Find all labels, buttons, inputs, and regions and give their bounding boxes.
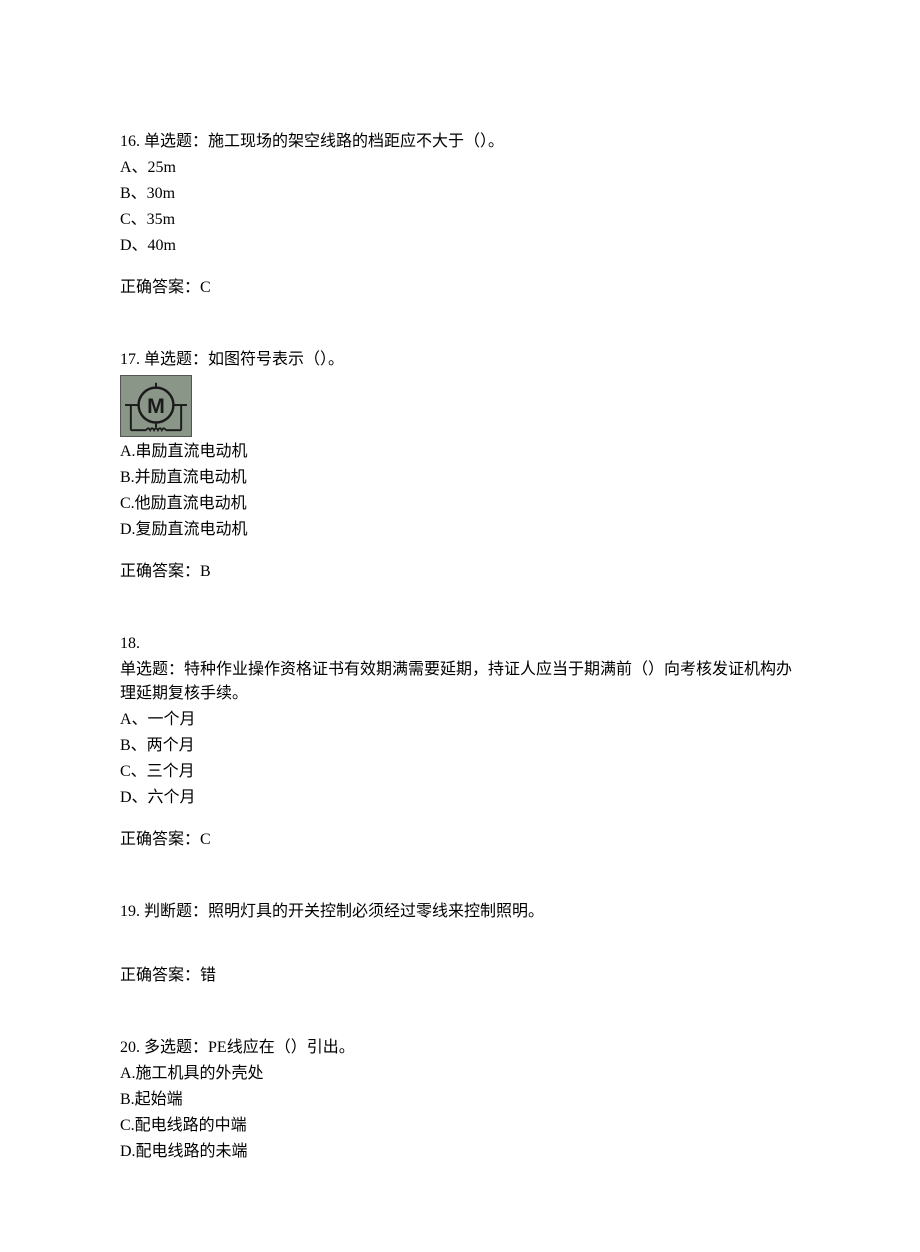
question-text: 如图符号表示（）。 bbox=[208, 351, 344, 368]
question-17: 17. 单选题：如图符号表示（）。 M A.串励直流电动机 B.并励直流电动机 … bbox=[120, 348, 800, 584]
question-text: 照明灯具的开关控制必须经过零线来控制照明。 bbox=[208, 903, 544, 920]
question-16: 16. 单选题：施工现场的架空线路的档距应不大于（）。 A、25m B、30m … bbox=[120, 130, 800, 300]
question-type: 单选题： bbox=[144, 351, 208, 368]
question-number: 18. bbox=[120, 635, 140, 652]
question-number: 19. bbox=[120, 903, 144, 920]
option-a: A、一个月 bbox=[120, 708, 800, 732]
question-stem: 16. 单选题：施工现场的架空线路的档距应不大于（）。 bbox=[120, 130, 800, 154]
question-number: 16. bbox=[120, 133, 144, 150]
answer-label: 正确答案： bbox=[120, 831, 200, 848]
option-b: B.起始端 bbox=[120, 1088, 800, 1112]
option-c: C.他励直流电动机 bbox=[120, 492, 800, 516]
question-number: 20. bbox=[120, 1039, 144, 1056]
option-d: D、六个月 bbox=[120, 786, 800, 810]
option-c: C.配电线路的中端 bbox=[120, 1114, 800, 1138]
motor-symbol-image: M bbox=[120, 375, 192, 437]
option-a: A.施工机具的外壳处 bbox=[120, 1062, 800, 1086]
question-type: 单选题： bbox=[120, 661, 184, 678]
answer-row: 正确答案：C bbox=[120, 276, 800, 300]
answer-label: 正确答案： bbox=[120, 279, 200, 296]
answer-value: 错 bbox=[200, 967, 216, 984]
answer-value: C bbox=[200, 279, 211, 296]
question-20: 20. 多选题：PE线应在（）引出。 A.施工机具的外壳处 B.起始端 C.配电… bbox=[120, 1036, 800, 1164]
answer-label: 正确答案： bbox=[120, 563, 200, 580]
question-text: PE线应在（）引出。 bbox=[208, 1039, 355, 1056]
option-d: D.复励直流电动机 bbox=[120, 518, 800, 542]
option-d: D、40m bbox=[120, 234, 800, 258]
question-18: 18. 单选题：特种作业操作资格证书有效期满需要延期，持证人应当于期满前（）向考… bbox=[120, 632, 800, 852]
option-c: C、三个月 bbox=[120, 760, 800, 784]
answer-value: B bbox=[200, 563, 211, 580]
question-text: 特种作业操作资格证书有效期满需要延期，持证人应当于期满前（）向考核发证机构办理延… bbox=[120, 661, 792, 702]
option-c: C、35m bbox=[120, 208, 800, 232]
option-d: D.配电线路的未端 bbox=[120, 1140, 800, 1164]
question-stem: 单选题：特种作业操作资格证书有效期满需要延期，持证人应当于期满前（）向考核发证机… bbox=[120, 658, 800, 706]
option-b: B.并励直流电动机 bbox=[120, 466, 800, 490]
question-number-line: 18. bbox=[120, 632, 800, 656]
answer-label: 正确答案： bbox=[120, 967, 200, 984]
answer-value: C bbox=[200, 831, 211, 848]
answer-row: 正确答案：错 bbox=[120, 964, 800, 988]
question-number: 17. bbox=[120, 351, 144, 368]
option-a: A.串励直流电动机 bbox=[120, 440, 800, 464]
question-type: 判断题： bbox=[144, 903, 208, 920]
question-19: 19. 判断题：照明灯具的开关控制必须经过零线来控制照明。 正确答案：错 bbox=[120, 900, 800, 988]
question-text: 施工现场的架空线路的档距应不大于（）。 bbox=[208, 133, 504, 150]
question-type: 多选题： bbox=[144, 1039, 208, 1056]
answer-row: 正确答案：C bbox=[120, 828, 800, 852]
question-stem: 19. 判断题：照明灯具的开关控制必须经过零线来控制照明。 bbox=[120, 900, 800, 924]
svg-text:M: M bbox=[147, 394, 165, 418]
question-stem: 20. 多选题：PE线应在（）引出。 bbox=[120, 1036, 800, 1060]
option-b: B、30m bbox=[120, 182, 800, 206]
answer-row: 正确答案：B bbox=[120, 560, 800, 584]
question-type: 单选题： bbox=[144, 133, 208, 150]
option-b: B、两个月 bbox=[120, 734, 800, 758]
question-stem: 17. 单选题：如图符号表示（）。 bbox=[120, 348, 800, 372]
option-a: A、25m bbox=[120, 156, 800, 180]
parallel-dc-motor-icon: M bbox=[120, 375, 192, 437]
